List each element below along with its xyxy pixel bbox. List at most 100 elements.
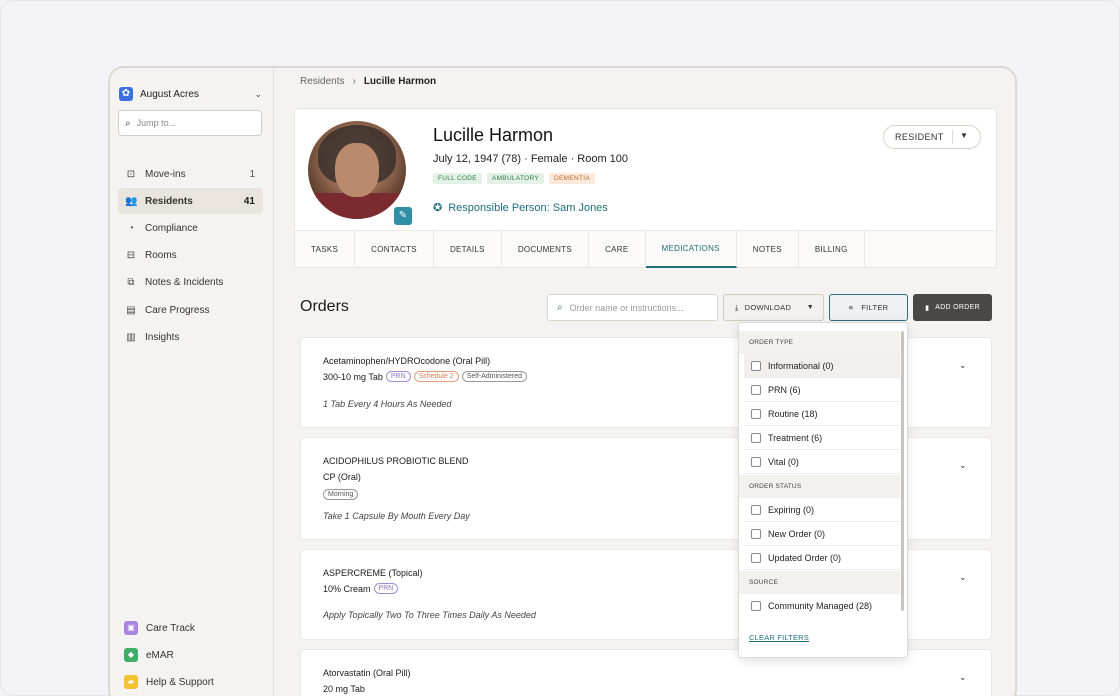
- prn-badge: PRN: [373, 583, 399, 594]
- profile-tabs: TASKS CONTACTS DETAILS DOCUMENTS CARE ME…: [294, 230, 997, 268]
- resident-info: July 12, 1947 (78) · Female · Room 100: [433, 153, 629, 165]
- checkbox[interactable]: [751, 528, 761, 539]
- filter-option-label: PRN (6): [768, 384, 801, 395]
- chevron-right-icon: ›: [352, 76, 356, 87]
- filter-option-label: Routine (18): [768, 408, 818, 419]
- chevron-down-icon[interactable]: ⌄: [959, 572, 967, 583]
- care-track-label: Care Track: [146, 622, 195, 634]
- order-dose-row: CP (Oral): [323, 472, 361, 482]
- tag-dementia: DEMENTIA: [549, 173, 596, 184]
- tab-documents[interactable]: DOCUMENTS: [502, 231, 590, 268]
- sidebar-item-label: Residents: [145, 195, 193, 207]
- responsible-person-link[interactable]: ✪ Responsible Person: Sam Jones: [433, 201, 608, 215]
- order-search-input[interactable]: ⌕ Order name or instructions...: [547, 294, 718, 321]
- checkbox[interactable]: [751, 384, 761, 395]
- help-support-link[interactable]: ▰ Help & Support: [124, 672, 214, 692]
- download-button[interactable]: ⤓ DOWNLOAD ▼: [723, 294, 824, 321]
- handshake-icon: ✪: [433, 202, 443, 214]
- chevron-down-icon[interactable]: ⌄: [959, 460, 967, 471]
- tab-medications[interactable]: MEDICATIONS: [645, 231, 737, 268]
- clipboard-icon: ▤: [126, 304, 136, 316]
- checkbox[interactable]: [751, 601, 761, 611]
- add-order-button[interactable]: ▮ ADD ORDER: [913, 294, 992, 321]
- pie-chart-icon: ◔: [127, 222, 135, 234]
- filter-option-expiring[interactable]: Expiring (0): [744, 498, 900, 522]
- resident-role-button[interactable]: RESIDENT ▼: [883, 125, 981, 149]
- sidebar-item-insights[interactable]: ▥ Insights: [118, 324, 263, 350]
- order-badge-row: Morning: [323, 489, 359, 500]
- checkbox[interactable]: [751, 360, 761, 371]
- org-switcher[interactable]: ✿ August Acres ⌄: [119, 84, 262, 104]
- resident-role-label: RESIDENT: [895, 132, 944, 142]
- chevron-down-icon[interactable]: ⌄: [959, 360, 967, 371]
- filter-option-prn[interactable]: PRN (6): [744, 378, 900, 402]
- sidebar-item-label: Rooms: [145, 249, 177, 261]
- sidebar-item-count: 1: [249, 168, 255, 180]
- notes-icon: ⧉: [127, 276, 135, 288]
- door-icon: ⊡: [126, 168, 136, 180]
- jump-to-placeholder: Jump to...: [136, 118, 177, 128]
- filter-option-label: Updated Order (0): [768, 552, 842, 563]
- care-track-icon: ▣: [124, 621, 138, 635]
- checkbox[interactable]: [751, 552, 761, 563]
- chevron-down-icon[interactable]: ⌄: [959, 672, 967, 683]
- filter-option-community-managed[interactable]: Community Managed (28): [744, 594, 900, 618]
- tab-tasks[interactable]: TASKS: [295, 231, 356, 268]
- sidebar-item-residents[interactable]: 👥 Residents 41: [118, 188, 263, 214]
- tab-contacts[interactable]: CONTACTS: [355, 231, 434, 268]
- sidebar-item-rooms[interactable]: ⊟ Rooms: [118, 242, 263, 268]
- edit-photo-button[interactable]: ✎: [394, 207, 412, 225]
- clear-filters-link[interactable]: CLEAR FILTERS: [749, 633, 809, 642]
- care-track-link[interactable]: ▣ Care Track: [124, 618, 195, 638]
- pill-icon: ◆: [124, 648, 138, 662]
- add-order-label: ADD ORDER: [935, 304, 980, 311]
- filter-option-routine[interactable]: Routine (18): [744, 402, 900, 426]
- filter-option-updated-order[interactable]: Updated Order (0): [744, 546, 900, 570]
- dropdown-scrollbar[interactable]: [901, 331, 904, 611]
- schedule-badge: Schedule 2: [413, 371, 459, 382]
- filter-option-label: Expiring (0): [768, 504, 815, 515]
- users-icon: 👥: [125, 195, 138, 207]
- emar-link[interactable]: ◆ eMAR: [124, 645, 174, 665]
- sidebar-item-move-ins[interactable]: ⊡ Move-ins 1: [118, 161, 263, 187]
- breadcrumb-current: Lucille Harmon: [363, 76, 437, 87]
- trash-add-icon: ▮: [925, 304, 930, 312]
- chat-icon: ▰: [124, 675, 138, 689]
- sidebar-item-notes-incidents[interactable]: ⧉ Notes & Incidents: [118, 269, 263, 295]
- checkbox[interactable]: [751, 432, 761, 443]
- caret-down-icon: ▼: [960, 131, 969, 140]
- filter-option-vital[interactable]: Vital (0): [744, 450, 900, 474]
- sidebar-item-compliance[interactable]: ◔ Compliance: [118, 215, 263, 241]
- sidebar-item-care-progress[interactable]: ▤ Care Progress: [118, 297, 263, 323]
- filter-option-informational[interactable]: Informational (0): [744, 354, 900, 378]
- tab-details[interactable]: DETAILS: [434, 231, 502, 268]
- filter-button[interactable]: ≡ FILTER: [829, 294, 908, 321]
- sidebar: ✿ August Acres ⌄ ⌕ Jump to... ⊡ Move-ins…: [110, 68, 274, 696]
- tab-billing[interactable]: BILLING: [799, 231, 865, 268]
- filter-option-label: Community Managed (28): [768, 601, 873, 611]
- breadcrumb-residents[interactable]: Residents: [300, 76, 344, 87]
- resident-name: Lucille Harmon: [433, 125, 554, 145]
- help-support-label: Help & Support: [146, 676, 214, 688]
- filter-option-treatment[interactable]: Treatment (6): [744, 426, 900, 450]
- order-dose: 20 mg Tab: [323, 684, 365, 694]
- checkbox[interactable]: [751, 408, 761, 419]
- order-name: Atorvastatin (Oral Pill): [323, 668, 411, 678]
- filter-option-new-order[interactable]: New Order (0): [744, 522, 900, 546]
- order-search-placeholder: Order name or instructions...: [569, 302, 684, 313]
- morning-badge: Morning: [323, 489, 359, 500]
- checkbox[interactable]: [751, 504, 761, 515]
- emar-label: eMAR: [146, 649, 174, 661]
- breadcrumb: Residents › Lucille Harmon: [300, 76, 436, 87]
- filter-option-label: Vital (0): [768, 456, 799, 467]
- tab-care[interactable]: CARE: [589, 231, 646, 268]
- download-label: DOWNLOAD: [744, 303, 792, 312]
- org-logo-icon: ✿: [119, 87, 133, 101]
- order-dose: 10% Cream: [323, 583, 371, 594]
- sidebar-item-label: Insights: [145, 331, 180, 343]
- checkbox[interactable]: [751, 456, 761, 467]
- chevron-down-icon: ⌄: [254, 88, 262, 99]
- filter-option-label: New Order (0): [768, 528, 826, 539]
- jump-to-input[interactable]: ⌕ Jump to...: [118, 110, 262, 136]
- tab-notes[interactable]: NOTES: [737, 231, 799, 268]
